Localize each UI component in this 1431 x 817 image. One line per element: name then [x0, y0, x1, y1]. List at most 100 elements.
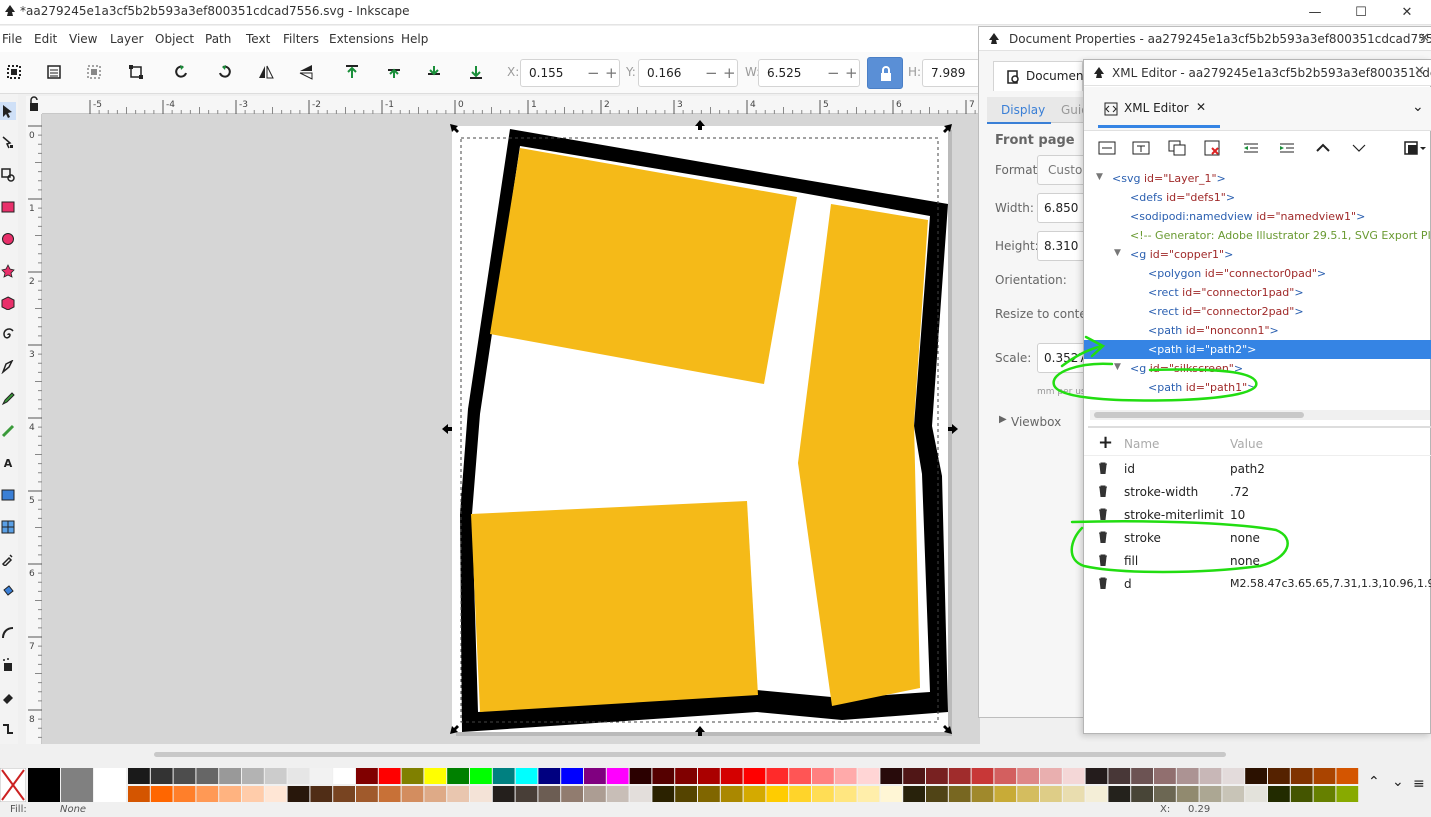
palette-swatch[interactable] — [1176, 768, 1199, 784]
palette-swatch[interactable] — [1154, 786, 1176, 802]
attr-value[interactable]: .72 — [1230, 485, 1249, 499]
text-tool-icon[interactable]: A — [0, 454, 16, 472]
select-all-layers-icon[interactable] — [44, 62, 64, 82]
trash-icon[interactable] — [1098, 485, 1108, 497]
menu-file[interactable]: File — [2, 32, 22, 46]
palette-swatch[interactable] — [880, 768, 903, 784]
select-all-icon[interactable] — [4, 62, 24, 82]
palette-swatch[interactable] — [994, 786, 1017, 802]
palette-swatch[interactable] — [219, 768, 241, 784]
palette-menu-icon[interactable]: ≡ — [1413, 776, 1425, 792]
palette-swatch[interactable] — [470, 786, 492, 802]
palette-swatch[interactable] — [492, 786, 515, 802]
palette-swatch[interactable] — [720, 786, 743, 802]
palette-swatch[interactable] — [1108, 786, 1131, 802]
palette-swatch[interactable] — [401, 768, 424, 784]
attr-row[interactable]: d M2.58.47c3.65.65,7.31,1.3,10.96,1.95.4… — [1084, 573, 1431, 596]
viewbox-label[interactable]: Viewbox — [1011, 415, 1061, 429]
paint-bucket-tool-icon[interactable] — [0, 582, 16, 600]
palette-swatch[interactable] — [561, 786, 583, 802]
expander-icon[interactable]: ▼ — [1114, 362, 1121, 372]
menu-path[interactable]: Path — [205, 32, 231, 46]
delete-node-icon[interactable] — [1204, 140, 1222, 156]
palette-swatch[interactable] — [1336, 768, 1359, 784]
attr-value[interactable]: path2 — [1230, 462, 1265, 476]
tab-document[interactable]: Document — [993, 61, 1088, 91]
palette-swatch[interactable] — [1222, 786, 1245, 802]
palette-swatch[interactable] — [492, 768, 515, 784]
trash-icon[interactable] — [1098, 577, 1108, 589]
menu-filters[interactable]: Filters — [283, 32, 319, 46]
palette-swatch[interactable] — [196, 786, 219, 802]
attr-row[interactable]: fill none — [1084, 550, 1431, 573]
palette-swatch[interactable] — [652, 786, 675, 802]
w-increment-icon[interactable]: + — [845, 64, 858, 82]
palette-swatch[interactable] — [333, 768, 355, 784]
rotate-ccw-icon[interactable] — [172, 62, 192, 82]
duplicate-node-icon[interactable] — [1168, 140, 1186, 156]
x-spinbox[interactable]: 0.155 − + — [520, 59, 620, 87]
menu-edit[interactable]: Edit — [34, 32, 57, 46]
w-decrement-icon[interactable]: − — [827, 64, 840, 82]
raise-icon[interactable] — [384, 62, 404, 82]
palette-swatch[interactable] — [356, 768, 378, 784]
deselect-icon[interactable] — [84, 62, 104, 82]
attr-row[interactable]: id path2 — [1084, 458, 1431, 481]
no-paint-swatch-icon[interactable] — [0, 768, 26, 802]
palette-swatches[interactable] — [128, 768, 1368, 802]
palette-swatch[interactable] — [538, 786, 561, 802]
swatch-black[interactable] — [28, 768, 60, 802]
trash-icon[interactable] — [1098, 554, 1108, 566]
palette-swatch[interactable] — [538, 768, 561, 784]
xml-editor-close-icon[interactable]: ✕ — [1414, 64, 1425, 79]
palette-swatch[interactable] — [264, 768, 287, 784]
unindent-node-icon[interactable] — [1242, 140, 1260, 156]
palette-swatch[interactable] — [128, 786, 150, 802]
node-tool-icon[interactable] — [0, 134, 16, 152]
palette-swatch[interactable] — [971, 786, 994, 802]
palette-swatch[interactable] — [834, 786, 857, 802]
palette-swatch[interactable] — [287, 768, 310, 784]
palette-swatch[interactable] — [766, 768, 789, 784]
palette-swatch[interactable] — [128, 768, 150, 784]
palette-swatch[interactable] — [1245, 786, 1267, 802]
palette-swatch[interactable] — [1062, 786, 1085, 802]
palette-swatch[interactable] — [1062, 768, 1085, 784]
palette-swatch[interactable] — [470, 768, 492, 784]
palette-swatch[interactable] — [926, 768, 948, 784]
palette-swatch[interactable] — [401, 786, 424, 802]
palette-swatch[interactable] — [1176, 786, 1199, 802]
close-button[interactable]: ✕ — [1384, 0, 1430, 25]
gradient-tool-icon[interactable] — [0, 486, 16, 504]
h-spinbox[interactable]: 7.989 — [922, 59, 980, 87]
palette-swatch[interactable] — [994, 768, 1017, 784]
ellipse-tool-icon[interactable] — [0, 230, 16, 248]
palette-swatch[interactable] — [1199, 768, 1222, 784]
tab-xml-editor[interactable]: XML Editor ✕ — [1098, 95, 1220, 123]
tree-horizontal-scrollbar[interactable] — [1090, 410, 1430, 420]
menu-text[interactable]: Text — [246, 32, 270, 46]
dropper-tool-icon[interactable] — [0, 550, 16, 568]
palette-swatch[interactable] — [219, 786, 241, 802]
swatch-gray[interactable] — [61, 768, 93, 802]
tree-scrollbar-thumb[interactable] — [1094, 412, 1304, 418]
palette-swatch[interactable] — [675, 786, 697, 802]
x-decrement-icon[interactable]: − — [587, 64, 600, 82]
palette-swatch[interactable] — [1313, 786, 1336, 802]
spray-tool-icon[interactable] — [0, 656, 16, 674]
attr-row[interactable]: stroke none — [1084, 527, 1431, 550]
palette-swatch[interactable] — [196, 768, 219, 784]
tab-close-icon[interactable]: ✕ — [1196, 100, 1206, 114]
attr-row[interactable]: stroke-miterlimit 10 — [1084, 504, 1431, 527]
new-element-node-icon[interactable] — [1098, 140, 1116, 156]
palette-swatch[interactable] — [1245, 768, 1267, 784]
palette-swatch[interactable] — [857, 786, 880, 802]
add-attribute-icon[interactable]: + — [1098, 432, 1113, 453]
palette-swatch[interactable] — [1222, 768, 1245, 784]
palette-swatch[interactable] — [698, 786, 720, 802]
tree-row-namedview[interactable]: <sodipodi:namedview id="namedview1"> — [1084, 207, 1431, 226]
palette-swatch[interactable] — [606, 768, 629, 784]
expander-icon[interactable]: ▼ — [1096, 172, 1103, 182]
palette-swatch[interactable] — [264, 786, 287, 802]
palette-swatch[interactable] — [948, 786, 971, 802]
